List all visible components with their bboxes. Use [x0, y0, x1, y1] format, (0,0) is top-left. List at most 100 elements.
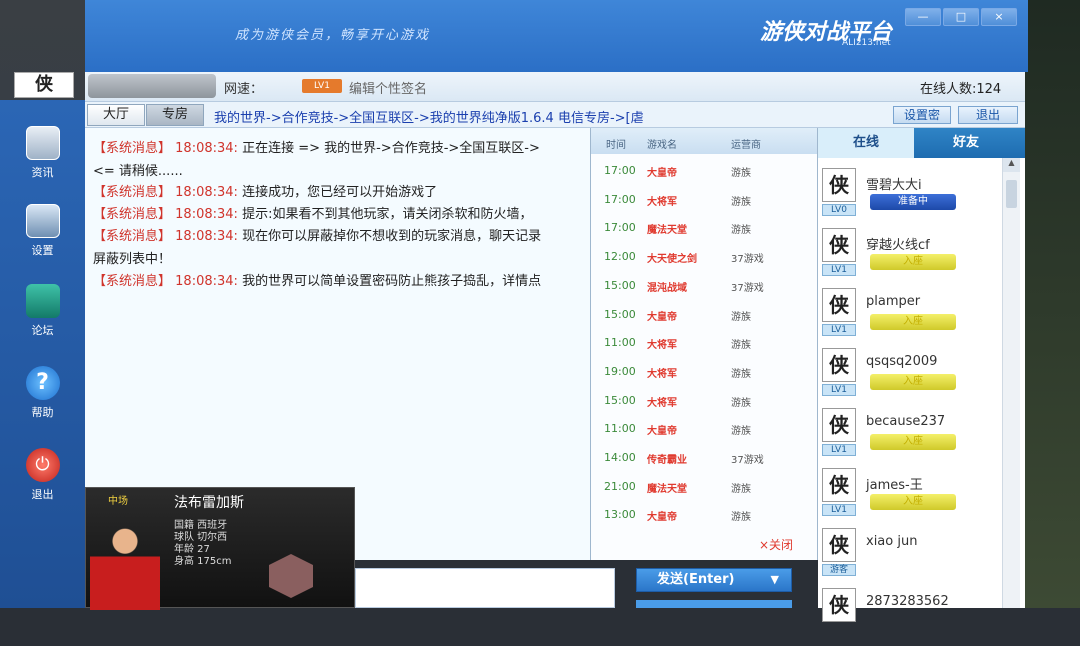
room-row[interactable]: 11:00 大皇帝 游族	[591, 414, 817, 442]
level-badge: LV1	[302, 79, 342, 93]
room-time: 11:00	[604, 336, 636, 350]
radar-chart-icon	[269, 554, 313, 598]
avatar: 侠	[822, 288, 856, 322]
user-list-item[interactable]: 侠 LV1 qsqsq2009 入座	[822, 348, 1000, 406]
player-ad-card[interactable]: 中场 法布雷加斯 国籍 西班牙 球队 切尔西 年龄 27 身高 175cm	[85, 487, 355, 610]
close-list-link[interactable]: ×关闭	[759, 536, 793, 553]
room-row[interactable]: 17:00 魔法天堂 游族	[591, 213, 817, 241]
minimize-button[interactable]: —	[905, 8, 941, 26]
player-stat: 身高 175cm	[174, 556, 232, 567]
user-level-badge: LV1	[822, 264, 856, 276]
room-row[interactable]: 19:00 大将军 游族	[591, 357, 817, 385]
room-row[interactable]: 17:00 大皇帝 游族	[591, 156, 817, 184]
room-operator: 游族	[731, 426, 751, 438]
user-level-badge: LV1	[822, 504, 856, 516]
room-row[interactable]: 12:00 大天使之剑 37游戏	[591, 242, 817, 270]
room-time: 15:00	[604, 278, 636, 292]
room-game-name: 大将军	[647, 368, 677, 380]
player-name: 法布雷加斯	[174, 495, 244, 511]
user-list-scrollbar[interactable]: ▲	[1002, 158, 1020, 608]
secondary-button[interactable]	[636, 600, 792, 608]
room-row[interactable]: 14:00 传奇霸业 37游戏	[591, 443, 817, 471]
close-button[interactable]: ×	[981, 8, 1017, 26]
sidebar-item-help[interactable]: ? 帮助	[0, 366, 85, 420]
user-avatar-strip[interactable]	[88, 74, 216, 98]
signature-field[interactable]: 编辑个性签名	[349, 78, 427, 97]
user-name: plamper	[866, 294, 921, 309]
chat-input[interactable]	[355, 568, 615, 608]
avatar: 侠	[822, 588, 856, 622]
user-list-item[interactable]: 侠 LV1 plamper 入座	[822, 288, 1000, 346]
tab-online[interactable]: 在线	[818, 128, 914, 158]
avatar: 侠	[822, 408, 856, 442]
sidebar-item-settings[interactable]: 设置	[0, 204, 85, 258]
online-count: 在线人数:124	[920, 82, 1002, 97]
avatar: 侠	[822, 468, 856, 502]
room-operator: 游族	[731, 340, 751, 352]
room-row[interactable]: 15:00 混沌战域 37游戏	[591, 271, 817, 299]
settings-icon	[25, 204, 60, 238]
send-button[interactable]: 发送(Enter) ▼	[636, 568, 792, 592]
help-icon: ?	[25, 366, 60, 400]
room-row[interactable]: 15:00 大皇帝 游族	[591, 300, 817, 328]
sidebar-item-news[interactable]: 资讯	[0, 126, 85, 180]
header-operator: 运营商	[731, 140, 761, 151]
user-name: xiao jun	[866, 534, 918, 549]
room-operator: 游族	[731, 483, 751, 495]
room-operator: 游族	[731, 196, 751, 208]
status-badge: 入座	[870, 434, 956, 450]
status-badge: 入座	[870, 254, 956, 270]
room-time: 21:00	[604, 479, 636, 493]
user-list-item[interactable]: 侠 LV1 because237 入座	[822, 408, 1000, 466]
news-icon	[25, 126, 60, 160]
scroll-thumb[interactable]	[1006, 180, 1017, 208]
room-game-name: 大将军	[647, 196, 677, 208]
room-operator: 37游戏	[731, 455, 764, 466]
brand-subtitle: ALI213.net	[842, 38, 891, 48]
room-row[interactable]: 11:00 大将军 游族	[591, 328, 817, 356]
player-position: 中场	[108, 496, 128, 507]
user-name: james-王	[866, 478, 923, 493]
user-name: 穿越火线cf	[866, 238, 930, 253]
sidebar-label: 论坛	[31, 324, 54, 337]
exit-room-button[interactable]: 退出	[958, 106, 1018, 124]
power-icon: ⏻	[25, 448, 60, 482]
player-image	[90, 524, 160, 610]
chat-message: 【系统消息】 18:08:34: 正在连接 => 我的世界->合作竞技->全国互…	[93, 141, 540, 156]
room-row[interactable]: 17:00 大将军 游族	[591, 185, 817, 213]
user-list-item[interactable]: 侠游客 xiao jun	[822, 528, 1000, 586]
tab-friends[interactable]: 好友	[918, 128, 1014, 158]
room-operator: 游族	[731, 397, 751, 409]
tab-lobby[interactable]: 大厅	[87, 104, 145, 126]
user-level-badge: LV1	[822, 384, 856, 396]
room-row[interactable]: 21:00 魔法天堂 游族	[591, 472, 817, 500]
network-speed-label: 网速：	[224, 82, 264, 97]
status-badge: 入座	[870, 374, 956, 390]
user-list-item[interactable]: 侠 LV1 james-王 入座	[822, 468, 1000, 526]
room-operator: 游族	[731, 225, 751, 237]
avatar: 侠	[822, 348, 856, 382]
room-time: 15:00	[604, 307, 636, 321]
room-operator: 37游戏	[731, 254, 764, 266]
user-list-item[interactable]: 侠 LV0 雪碧大大i 准备中	[822, 168, 1000, 226]
room-row[interactable]: 15:00 大将军 游族	[591, 386, 817, 414]
user-list-item[interactable]: 侠 LV1 穿越火线cf 入座	[822, 228, 1000, 286]
scroll-up-icon[interactable]: ▲	[1003, 158, 1020, 172]
chat-message: <= 请稍候......	[93, 164, 183, 179]
set-password-button[interactable]: 设置密	[893, 106, 951, 124]
chevron-down-icon[interactable]: ▼	[771, 569, 779, 591]
game-room-list: 时间 游戏名 运营商 17:00 大皇帝 游族 17:00 大将军 游族 17:00 魔法天堂…	[590, 128, 818, 560]
room-game-name: 魔法天堂	[647, 483, 687, 495]
room-time: 19:00	[604, 364, 636, 378]
sidebar-item-forum[interactable]: 论坛	[0, 284, 85, 338]
tab-private-room[interactable]: 专房	[146, 104, 204, 126]
sidebar-item-exit[interactable]: ⏻ 退出	[0, 448, 85, 502]
breadcrumb[interactable]: 我的世界->合作竞技->全国互联区->我的世界纯净版1.6.4 电信专房->[虐	[214, 107, 894, 126]
room-operator: 37游戏	[731, 282, 764, 294]
status-badge: 准备中	[870, 194, 956, 210]
room-list-header: 时间 游戏名 运营商	[591, 128, 817, 154]
room-row[interactable]: 13:00 大皇帝 游族	[591, 500, 817, 528]
user-list-item[interactable]: 侠 2873283562	[822, 588, 1000, 646]
maximize-button[interactable]: □	[943, 8, 979, 26]
header-time: 时间	[606, 140, 626, 151]
